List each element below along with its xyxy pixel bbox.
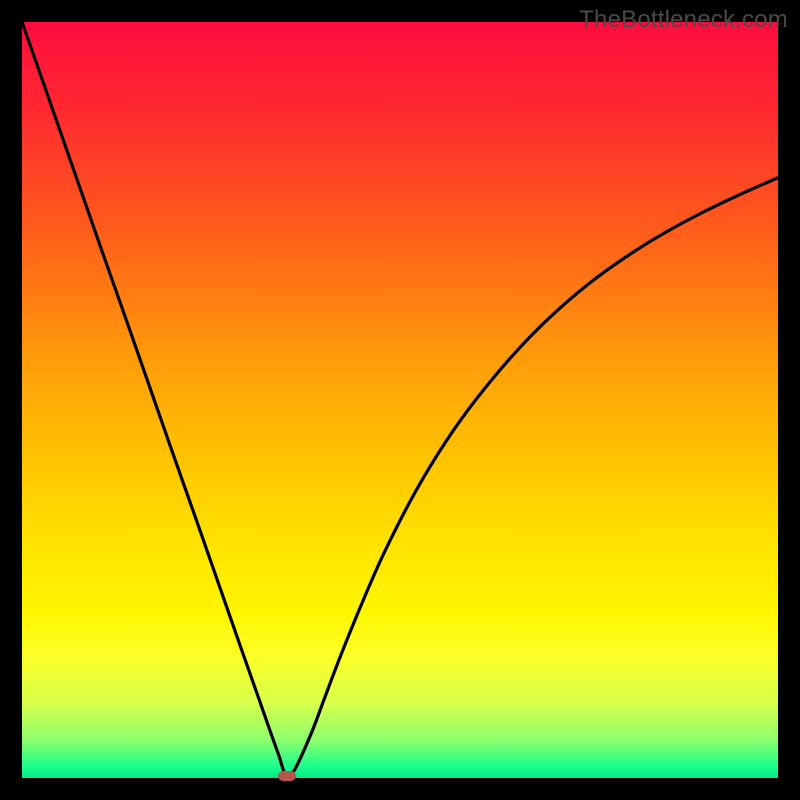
chart-frame (22, 22, 778, 778)
watermark-text: TheBottleneck.com (579, 6, 788, 34)
gradient-background (22, 22, 778, 778)
chart-canvas (22, 22, 778, 778)
minimum-marker (278, 771, 296, 781)
